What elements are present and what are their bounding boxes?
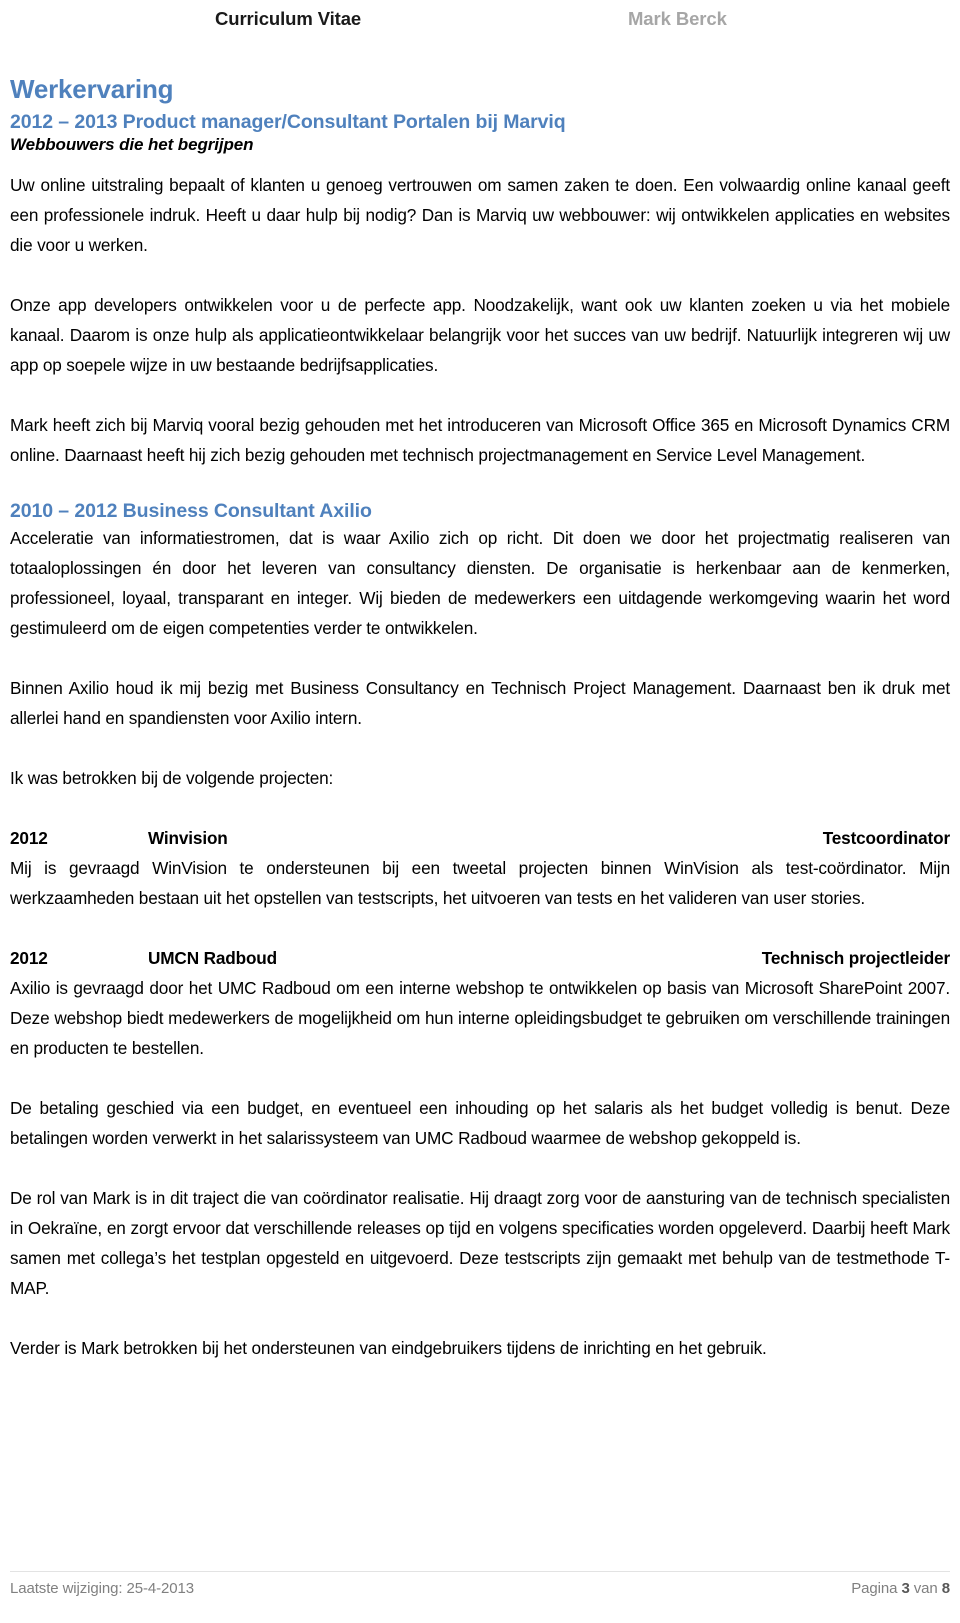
footer-divider xyxy=(10,1571,950,1572)
project-client: UMCN Radboud xyxy=(148,948,277,968)
footer-page-prefix: Pagina xyxy=(851,1580,902,1597)
section-heading-werkervaring: Werkervaring xyxy=(10,74,174,104)
project-umcn-paragraph-2: De betaling geschied via een budget, en … xyxy=(10,1098,950,1148)
footer-page-number: Pagina 3 van 8 xyxy=(851,1580,950,1597)
job-axilio-paragraph-3: Ik was betrokken bij de volgende project… xyxy=(10,768,334,788)
job-title-marviq: 2012 – 2013 Product manager/Consultant P… xyxy=(10,111,566,133)
project-header-umcn-radboud: 2012 UMCN Radboud Technisch projectleide… xyxy=(10,943,950,973)
job-axilio-paragraph-1: Acceleratie van informatiestromen, dat i… xyxy=(10,528,950,638)
document-footer: Laatste wijziging: 25-4-2013 Pagina 3 va… xyxy=(10,1571,950,1611)
project-umcn-paragraph-3: De rol van Mark is in dit traject die va… xyxy=(10,1188,950,1298)
project-role: Testcoordinator xyxy=(822,828,950,848)
document-header: Curriculum Vitae Mark Berck xyxy=(10,0,950,48)
project-client: Winvision xyxy=(148,828,228,848)
project-year: 2012 xyxy=(10,948,48,968)
footer-last-modified: Laatste wijziging: 25-4-2013 xyxy=(10,1580,194,1597)
job-title-axilio: 2010 – 2012 Business Consultant Axilio xyxy=(10,500,372,522)
footer-page-current: 3 xyxy=(901,1580,910,1597)
job-marviq-paragraph-3: Mark heeft zich bij Marviq vooral bezig … xyxy=(10,415,950,465)
job-marviq-paragraph-2: Onze app developers ontwikkelen voor u d… xyxy=(10,295,950,375)
job-subtitle-marviq: Webbouwers die het begrijpen xyxy=(10,135,254,154)
footer-page-total: 8 xyxy=(941,1580,950,1597)
header-person-name: Mark Berck xyxy=(628,8,727,29)
project-header-winvision: 2012 Winvision Testcoordinator xyxy=(10,823,950,853)
header-document-title: Curriculum Vitae xyxy=(215,8,362,29)
job-axilio-paragraph-2: Binnen Axilio houd ik mij bezig met Busi… xyxy=(10,678,950,728)
footer-page-middle: van xyxy=(909,1580,942,1597)
job-marviq-paragraph-1: Uw online uitstraling bepaalt of klanten… xyxy=(10,175,950,255)
document-page: Curriculum Vitae Mark Berck Werkervaring… xyxy=(0,0,960,1623)
project-umcn-paragraph-4: Verder is Mark betrokken bij het onderst… xyxy=(10,1338,767,1358)
project-year: 2012 xyxy=(10,828,48,848)
project-umcn-paragraph-1: Axilio is gevraagd door het UMC Radboud … xyxy=(10,978,950,1058)
project-winvision-paragraph-1: Mij is gevraagd WinVision te ondersteune… xyxy=(10,858,950,908)
project-role: Technisch projectleider xyxy=(761,948,950,968)
